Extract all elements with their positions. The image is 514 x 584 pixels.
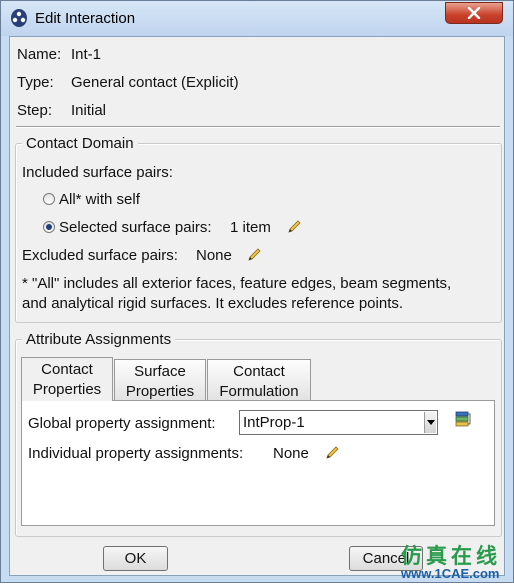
type-label: Type: (17, 74, 54, 91)
name-label: Name: (17, 46, 62, 63)
step-label: Step: (17, 102, 53, 119)
step-value: Initial (71, 102, 107, 119)
edit-pencil-icon[interactable] (246, 247, 262, 263)
tab-label-line2: Properties (32, 381, 102, 398)
window-title: Edit Interaction (35, 10, 136, 27)
tab-label-line1: Contact (41, 361, 93, 378)
tab-label-line2: Properties (125, 383, 195, 400)
tab-label-line1: Contact (233, 363, 285, 380)
global-property-assignment-select[interactable]: IntProp-1 (239, 410, 438, 435)
note-line-1: * "All" includes all exterior faces, fea… (22, 275, 452, 292)
edit-pencil-icon[interactable] (324, 445, 340, 461)
included-surface-pairs-label: Included surface pairs: (22, 164, 173, 181)
tab-label-line2: Formulation (219, 383, 299, 400)
tab-contact-formulation[interactable]: Contact Formulation (207, 359, 311, 401)
close-button[interactable] (445, 2, 503, 24)
abaqus-app-icon (11, 9, 27, 27)
all-with-self-radio[interactable] (43, 193, 55, 205)
global-property-assignment-value: IntProp-1 (243, 414, 305, 431)
tab-label-line1: Surface (134, 363, 186, 380)
individual-property-assignments-label: Individual property assignments: (28, 445, 244, 462)
info-separator (16, 126, 500, 128)
selected-surface-pairs-label[interactable]: Selected surface pairs: (59, 219, 212, 236)
tab-surface-properties[interactable]: Surface Properties (114, 359, 206, 401)
name-value: Int-1 (71, 46, 102, 63)
contact-domain-title: Contact Domain (22, 135, 138, 152)
dropdown-arrow-icon[interactable] (424, 412, 436, 433)
global-property-assignment-label: Global property assignment: (28, 415, 216, 432)
attribute-assignments-title: Attribute Assignments (22, 331, 176, 348)
note-line-2: and analytical rigid surfaces. It exclud… (22, 295, 404, 312)
excluded-surface-pairs-label: Excluded surface pairs: (22, 247, 178, 264)
edit-interaction-window: Edit Interaction Name: Int-1 Type: Gener… (0, 0, 514, 583)
close-icon (467, 7, 481, 19)
individual-property-assignments-value: None (273, 445, 309, 462)
all-with-self-label[interactable]: All* with self (59, 191, 140, 208)
edit-pencil-icon[interactable] (286, 219, 302, 235)
title-bar[interactable]: Edit Interaction (1, 1, 513, 36)
property-table-icon[interactable] (454, 411, 472, 429)
watermark-url: www.1CAE.com (401, 566, 500, 581)
ok-button[interactable]: OK (103, 546, 168, 571)
site-watermark: 仿真在线 www.1CAE.com (399, 538, 511, 584)
selected-surface-pairs-radio[interactable] (43, 221, 55, 233)
type-value: General contact (Explicit) (71, 74, 239, 91)
excluded-surface-pairs-value: None (196, 247, 232, 264)
selected-surface-pairs-count: 1 item (230, 219, 271, 236)
tab-contact-properties[interactable]: Contact Properties (21, 357, 113, 401)
dialog-client-area: Name: Int-1 Type: General contact (Expli… (9, 36, 505, 576)
